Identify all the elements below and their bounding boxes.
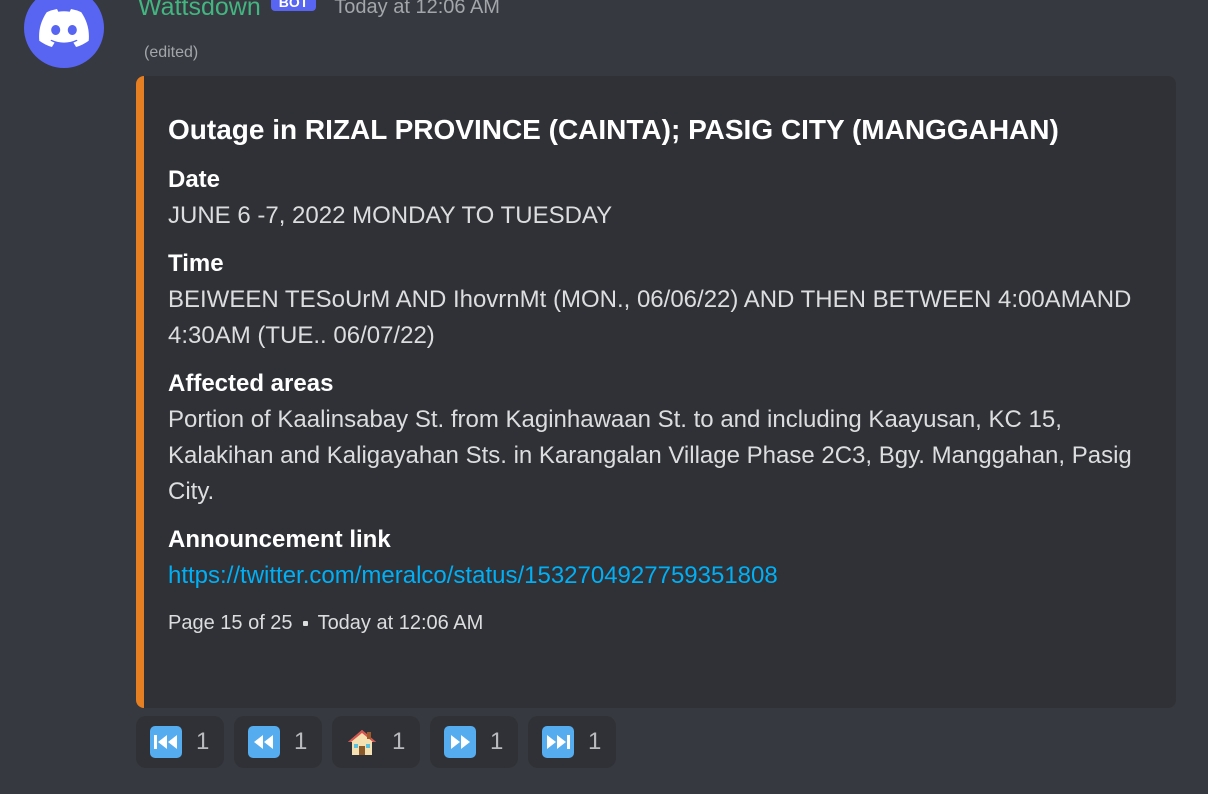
field-time: Time BEIWEEN TESoUrM AND IhovrnMt (MON.,…: [168, 248, 1136, 354]
field-name: Date: [168, 166, 221, 193]
reaction-count: 1: [490, 728, 504, 755]
message-header: Wattsdown BOT Today at 12:06 AM: [138, 0, 500, 22]
footer-separator: [302, 621, 308, 626]
chat-message: Wattsdown BOT Today at 12:06 AM (edited)…: [0, 0, 1208, 794]
home-icon: [346, 726, 378, 758]
page-indicator: Page 15 of 25: [168, 612, 293, 634]
field-date: Date JUNE 6 -7, 2022 MONDAY TO TUESDAY: [168, 164, 1136, 234]
field-value: BEIWEEN TESoUrM AND IhovrnMt (MON., 06/0…: [168, 286, 1132, 349]
embed-card: Outage in RIZAL PROVINCE (CAINTA); PASIG…: [136, 76, 1176, 708]
bot-tag: BOT: [270, 0, 317, 11]
discord-logo-icon: [39, 9, 89, 47]
reaction-last-page[interactable]: 1: [528, 716, 616, 768]
embed-title: Outage in RIZAL PROVINCE (CAINTA); PASIG…: [168, 114, 1059, 145]
field-name: Affected areas: [168, 370, 334, 397]
avatar[interactable]: [24, 0, 104, 68]
reaction-count: 1: [588, 728, 602, 755]
field-name: Announcement link: [168, 526, 391, 553]
announcement-link[interactable]: https://twitter.com/meralco/status/15327…: [168, 562, 778, 589]
username[interactable]: Wattsdown: [138, 0, 261, 22]
reaction-first-page[interactable]: 1: [136, 716, 224, 768]
embed-footer: Page 15 of 25 Today at 12:06 AM: [168, 612, 1136, 635]
reaction-count: 1: [196, 728, 210, 755]
reaction-next-page[interactable]: 1: [430, 716, 518, 768]
reaction-bar: 1 1 1 1 1: [136, 716, 626, 768]
reaction-count: 1: [392, 728, 406, 755]
reaction-count: 1: [294, 728, 308, 755]
field-name: Time: [168, 250, 224, 277]
field-value-container: https://twitter.com/meralco/status/15327…: [168, 558, 1136, 594]
field-affected-areas: Affected areas Portion of Kaalinsabay St…: [168, 368, 1136, 510]
field-value: Portion of Kaalinsabay St. from Kaginhaw…: [168, 406, 1132, 505]
previous-page-icon: [248, 726, 280, 758]
last-page-icon: [542, 726, 574, 758]
reaction-home[interactable]: 1: [332, 716, 420, 768]
field-announcement-link: Announcement link https://twitter.com/me…: [168, 524, 1136, 594]
first-page-icon: [150, 726, 182, 758]
edited-indicator: (edited): [144, 44, 199, 61]
field-value: JUNE 6 -7, 2022 MONDAY TO TUESDAY: [168, 202, 613, 229]
reaction-previous-page[interactable]: 1: [234, 716, 322, 768]
message-timestamp: Today at 12:06 AM: [334, 0, 500, 18]
footer-timestamp: Today at 12:06 AM: [317, 612, 484, 634]
next-page-icon: [444, 726, 476, 758]
